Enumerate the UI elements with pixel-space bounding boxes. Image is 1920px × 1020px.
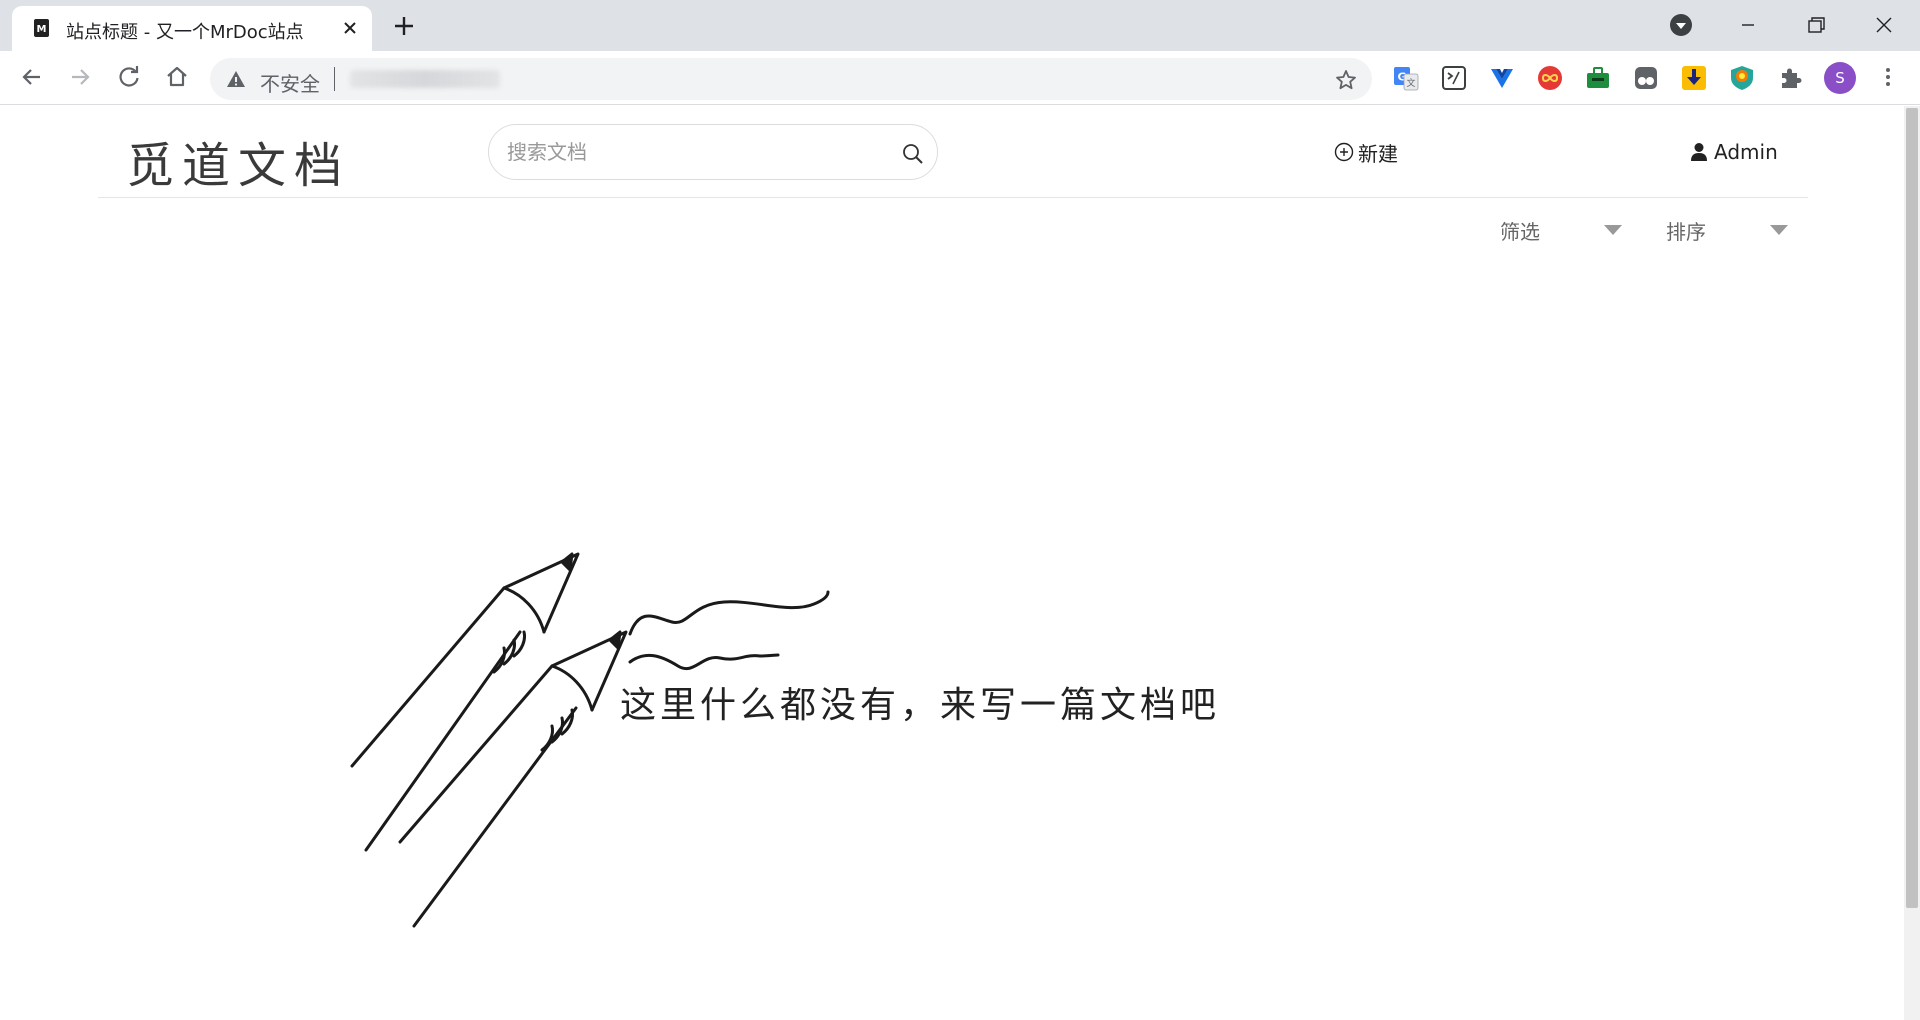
reload-icon[interactable] <box>115 63 143 91</box>
address-separator <box>334 67 335 91</box>
window-close-icon[interactable] <box>1864 8 1904 42</box>
svg-text:M: M <box>37 24 47 35</box>
new-button-label: 新建 <box>1358 141 1398 166</box>
browser-tab[interactable]: M 站点标题 - 又一个MrDoc站点 <box>12 6 372 51</box>
bookmark-star-icon[interactable] <box>1334 68 1358 92</box>
back-arrow-icon[interactable] <box>18 63 46 91</box>
puzzle-icon[interactable] <box>1776 64 1804 92</box>
forward-arrow-icon[interactable] <box>66 63 94 91</box>
empty-state-message: 这里什么都没有，来写一篇文档吧 <box>620 685 1221 726</box>
toolbox-icon[interactable] <box>1584 64 1612 92</box>
vue-devtools-icon[interactable] <box>1488 64 1516 92</box>
caret-down-icon <box>1604 225 1622 235</box>
page-content: 觅道文档 新建 Admin 筛选 排序 <box>0 106 1920 1020</box>
tampermonkey-icon[interactable] <box>1632 64 1660 92</box>
site-logo[interactable]: 觅道文档 <box>126 126 350 196</box>
home-icon[interactable] <box>163 63 191 91</box>
search-input[interactable] <box>505 135 885 169</box>
not-secure-label[interactable]: 不安全 <box>260 68 320 97</box>
profile-avatar[interactable]: S <box>1824 62 1856 94</box>
scrollbar-thumb[interactable] <box>1906 108 1918 908</box>
user-menu-button[interactable]: Admin <box>1690 138 1778 166</box>
blurred-url[interactable] <box>350 70 500 88</box>
plus-circle-icon <box>1334 142 1354 162</box>
shield-extension-icon[interactable] <box>1728 64 1756 92</box>
sort-dropdown[interactable]: 排序 <box>1666 216 1788 244</box>
browser-toolbar: 不安全 G 文 S <box>0 51 1920 105</box>
terminal-icon[interactable] <box>1440 64 1468 92</box>
mrdoc-favicon-icon: M <box>34 19 49 37</box>
svg-text:文: 文 <box>1406 77 1415 89</box>
browser-tabstrip: M 站点标题 - 又一个MrDoc站点 <box>0 0 1920 51</box>
sort-label: 排序 <box>1666 220 1706 244</box>
filter-label: 筛选 <box>1500 220 1540 244</box>
new-document-button[interactable]: 新建 <box>1334 138 1398 166</box>
address-bar[interactable]: 不安全 <box>210 58 1372 100</box>
new-tab-plus-icon[interactable] <box>390 12 418 40</box>
window-restore-icon[interactable] <box>1796 8 1836 42</box>
search-box <box>488 124 938 180</box>
kebab-menu-icon[interactable] <box>1876 63 1900 91</box>
user-icon <box>1691 143 1707 161</box>
google-translate-icon[interactable]: G 文 <box>1392 64 1420 92</box>
infinity-icon[interactable] <box>1536 64 1564 92</box>
download-icon[interactable] <box>1680 64 1708 92</box>
filter-dropdown[interactable]: 筛选 <box>1500 216 1622 244</box>
warning-triangle-icon[interactable] <box>226 69 246 89</box>
window-minimize-icon[interactable] <box>1728 8 1768 42</box>
caret-down-icon <box>1770 225 1788 235</box>
tab-search-dropdown-icon[interactable] <box>1669 13 1693 37</box>
header-divider <box>98 197 1808 198</box>
tab-close-icon[interactable] <box>338 16 362 40</box>
search-icon[interactable] <box>901 142 925 166</box>
user-name-label: Admin <box>1714 140 1778 164</box>
tab-title: 站点标题 - 又一个MrDoc站点 <box>66 22 304 43</box>
